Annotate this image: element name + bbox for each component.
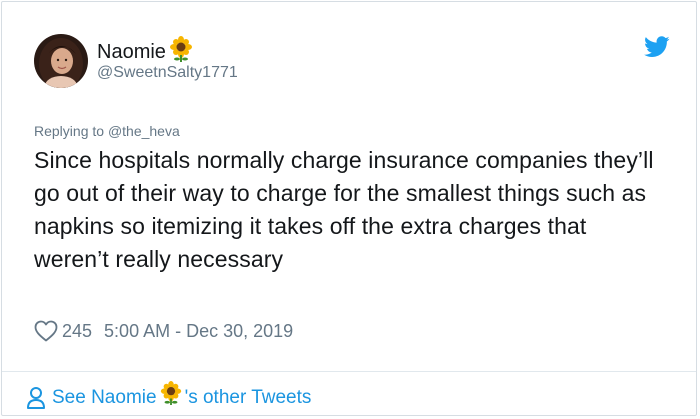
twitter-bird-icon[interactable] [644,36,670,58]
replying-to-prefix: Replying to [34,123,105,139]
replying-to-mention[interactable]: @the_heva [108,123,180,139]
replying-to-line: Replying to @the_heva [34,122,180,140]
like-button[interactable]: 245 [34,319,92,343]
heart-icon [34,320,58,342]
avatar[interactable] [34,34,88,88]
author-display-name[interactable]: Naomie [97,40,166,64]
tweet-text: Since hospitals normally charge insuranc… [34,147,654,272]
person-icon [27,386,45,409]
see-other-tweets-prefix: See Naomie [52,386,157,408]
see-other-tweets-suffix: 's other Tweets [184,386,312,408]
like-count: 245 [62,321,93,341]
embedded-tweet-card: Naomie @SweetnSalty1771 Replying to @the… [1,1,697,416]
author-handle[interactable]: @SweetnSalty1771 [97,63,238,83]
tweet-meta: 245 5:00 AM - Dec 30, 2019 [34,319,293,343]
footer-divider [2,371,696,372]
sunflower-emoji [159,381,183,414]
see-other-tweets-link[interactable]: See Naomie 's other Tweets [26,381,311,414]
tweet-timestamp[interactable]: 5:00 AM - Dec 30, 2019 [104,319,293,343]
